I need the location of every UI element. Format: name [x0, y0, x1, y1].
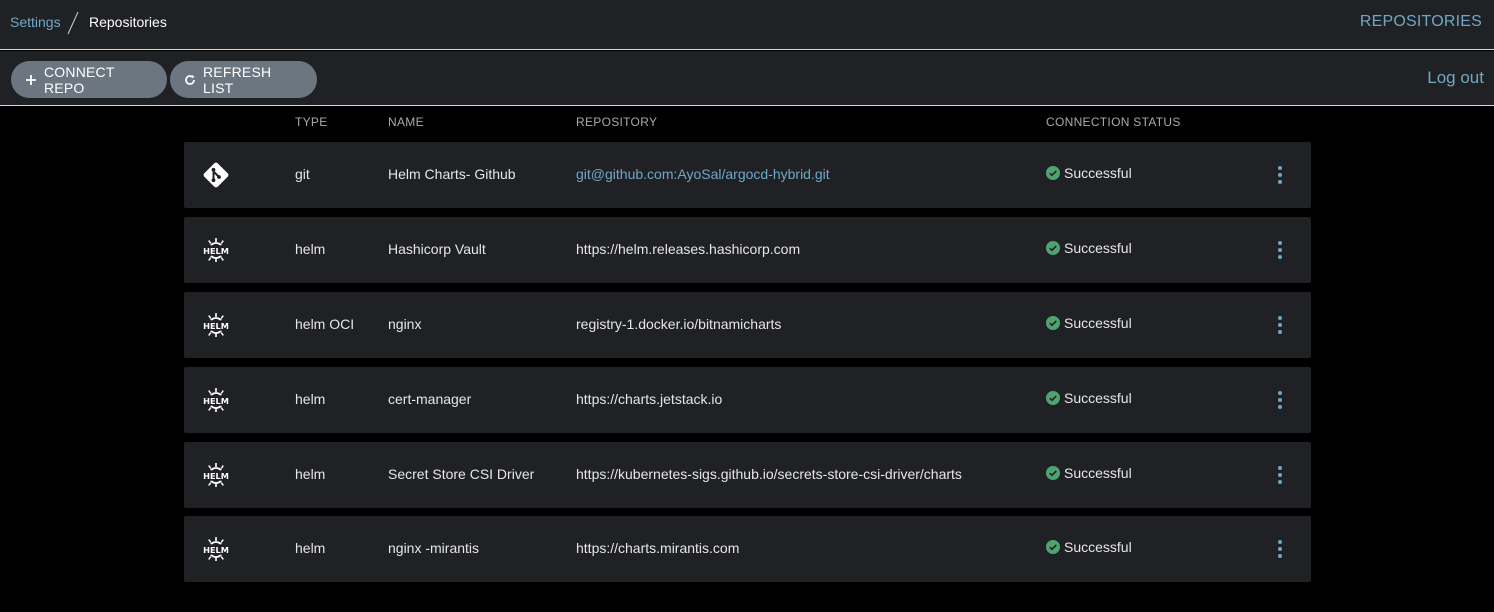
- breadcrumb-current: Repositories: [89, 14, 167, 30]
- svg-text:HELM: HELM: [203, 471, 229, 481]
- page-title: REPOSITORIES: [1359, 13, 1482, 30]
- column-header-type: TYPE: [295, 115, 328, 129]
- top-bar: Settings Repositories REPOSITORIES: [0, 0, 1494, 50]
- logout-link[interactable]: Log out: [1427, 68, 1484, 88]
- repo-url: registry-1.docker.io/bitnamicharts: [576, 316, 782, 332]
- row-actions-menu-icon[interactable]: [1272, 538, 1288, 560]
- row-actions-menu-icon[interactable]: [1272, 464, 1288, 486]
- helm-icon: HELM: [201, 311, 231, 339]
- connection-status-text: Successful: [1064, 165, 1132, 181]
- helm-icon: HELM: [201, 535, 231, 563]
- table-header: TYPE NAME REPOSITORY CONNECTION STATUS: [184, 115, 1311, 131]
- connection-status: Successful: [1046, 315, 1132, 331]
- repo-name: nginx -mirantis: [388, 540, 480, 556]
- connection-status-text: Successful: [1064, 390, 1132, 406]
- repo-name: Helm Charts- Github: [388, 166, 516, 182]
- repository-row[interactable]: HELM helm Secret Store CSI Driver https://…: [184, 442, 1311, 508]
- connect-repo-label: CONNECT REPO: [44, 63, 115, 96]
- connection-status: Successful: [1046, 465, 1132, 481]
- connect-repo-button[interactable]: CONNECT REPO: [11, 61, 167, 98]
- row-actions-menu-icon[interactable]: [1272, 239, 1288, 261]
- repo-url: https://charts.mirantis.com: [576, 540, 740, 556]
- check-circle-icon: [1046, 166, 1060, 180]
- repo-name: Secret Store CSI Driver: [388, 466, 535, 482]
- helm-icon: HELM: [201, 236, 231, 264]
- repo-type: helm OCI: [295, 316, 355, 332]
- svg-text:HELM: HELM: [203, 545, 229, 555]
- row-actions-menu-icon[interactable]: [1272, 164, 1288, 186]
- repo-url: https://charts.jetstack.io: [576, 391, 723, 407]
- helm-icon: HELM: [201, 386, 231, 414]
- check-circle-icon: [1046, 241, 1060, 255]
- toolbar: CONNECT REPO REFRESH LIST Log out: [0, 51, 1494, 106]
- connection-status-text: Successful: [1064, 240, 1132, 256]
- connection-status: Successful: [1046, 165, 1132, 181]
- repository-row[interactable]: HELM helm cert-manager https://charts.jets…: [184, 367, 1311, 433]
- connection-status-text: Successful: [1064, 539, 1132, 555]
- connection-status: Successful: [1046, 539, 1132, 555]
- repo-type: helm: [295, 391, 326, 407]
- repository-row[interactable]: HELM helm nginx -mirantis https://charts.m…: [184, 516, 1311, 582]
- breadcrumb-settings-link[interactable]: Settings: [10, 14, 61, 30]
- helm-icon: HELM: [201, 461, 231, 489]
- row-actions-menu-icon[interactable]: [1272, 314, 1288, 336]
- repo-name: cert-manager: [388, 391, 472, 407]
- repository-row[interactable]: HELM helm OCI nginx registry-1.docker.io/b…: [184, 292, 1311, 358]
- repo-url: https://kubernetes-sigs.github.io/secret…: [576, 466, 962, 482]
- refresh-list-button[interactable]: REFRESH LIST: [170, 61, 317, 98]
- svg-text:HELM: HELM: [203, 321, 229, 331]
- refresh-icon: [185, 74, 195, 85]
- column-header-repository: REPOSITORY: [576, 115, 658, 129]
- breadcrumb-separator: [67, 11, 79, 35]
- git-icon: [201, 161, 231, 189]
- column-header-connection-status: CONNECTION STATUS: [1046, 115, 1181, 129]
- svg-text:HELM: HELM: [203, 396, 229, 406]
- repo-type: helm: [295, 540, 326, 556]
- row-actions-menu-icon[interactable]: [1272, 389, 1288, 411]
- svg-text:HELM: HELM: [203, 246, 229, 256]
- repo-type: git: [295, 166, 310, 182]
- connection-status-text: Successful: [1064, 315, 1132, 331]
- repository-row[interactable]: git Helm Charts- Github git@github.com:Ayo…: [184, 142, 1311, 208]
- connection-status: Successful: [1046, 240, 1132, 256]
- column-header-name: NAME: [388, 115, 424, 129]
- repo-type: helm: [295, 466, 326, 482]
- connection-status-text: Successful: [1064, 465, 1132, 481]
- repo-name: nginx: [388, 316, 422, 332]
- repo-type: helm: [295, 241, 326, 257]
- repo-url: https://helm.releases.hashicorp.com: [576, 241, 801, 257]
- connection-status: Successful: [1046, 390, 1132, 406]
- check-circle-icon: [1046, 466, 1060, 480]
- check-circle-icon: [1046, 316, 1060, 330]
- repo-name: Hashicorp Vault: [388, 241, 486, 257]
- check-circle-icon: [1046, 391, 1060, 405]
- repo-url[interactable]: git@github.com:AyoSal/argocd-hybrid.git: [576, 166, 830, 182]
- plus-icon: [26, 74, 36, 85]
- repository-row[interactable]: HELM helm Hashicorp Vault https://helm.rel…: [184, 217, 1311, 283]
- refresh-list-label: REFRESH LIST: [203, 63, 272, 96]
- check-circle-icon: [1046, 540, 1060, 554]
